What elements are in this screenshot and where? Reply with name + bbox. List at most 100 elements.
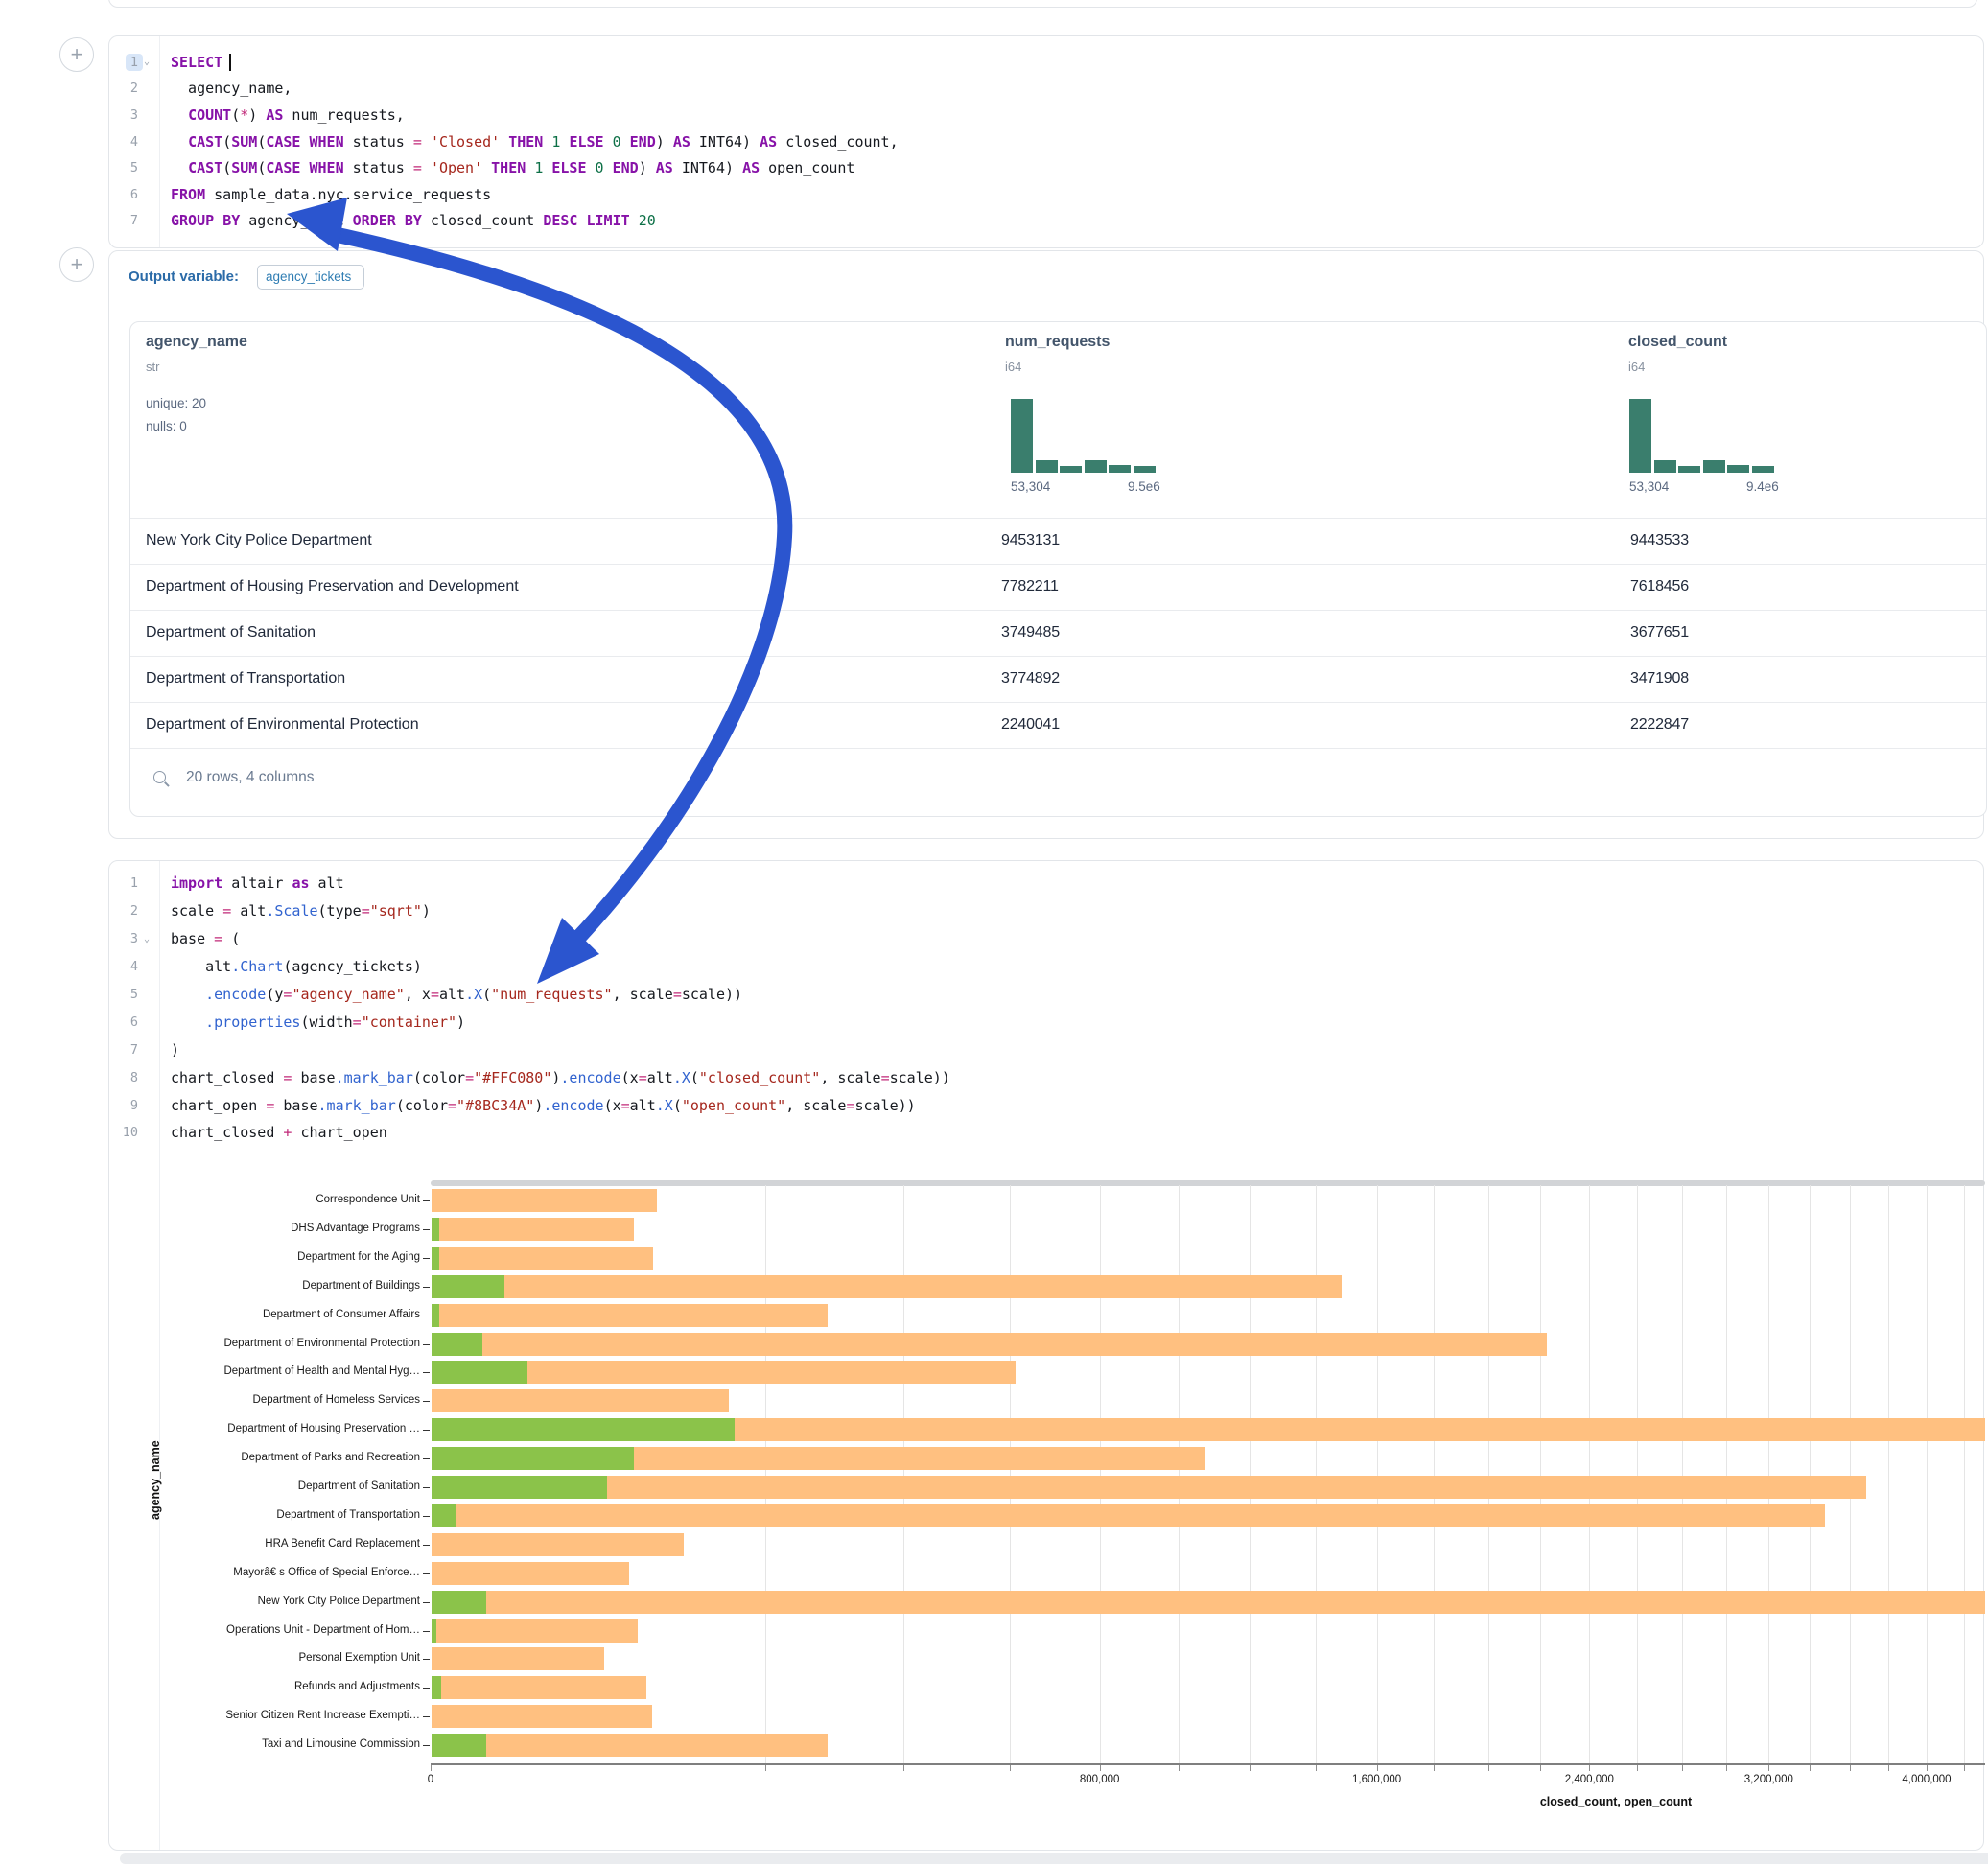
cell-agency-name[interactable]: New York City Police Department xyxy=(146,532,372,549)
y-axis-tick xyxy=(423,1287,430,1288)
cell-agency-name[interactable]: Department of Housing Preservation and D… xyxy=(146,578,519,595)
x-axis-tick xyxy=(1540,1765,1541,1771)
cell-num-requests[interactable]: 3774892 xyxy=(1001,670,1060,687)
column-type-agency-name: str xyxy=(146,360,159,374)
gridline xyxy=(1726,1185,1727,1763)
x-axis-tick xyxy=(1316,1765,1317,1771)
python-editor[interactable]: 1import altair as alt2scale = alt.Scale(… xyxy=(109,870,1983,1147)
histogram-bar xyxy=(1036,460,1058,473)
code-line[interactable]: 1⌄SELECT xyxy=(109,49,1983,76)
gridline xyxy=(765,1185,766,1763)
gridline xyxy=(1768,1185,1769,1763)
fold-chevron-icon[interactable]: ⌄ xyxy=(144,934,153,944)
open-count-bar xyxy=(432,1275,504,1298)
code-line[interactable]: 10chart_closed + chart_open xyxy=(109,1119,1983,1147)
row-separator xyxy=(130,748,1986,749)
y-axis-label: Department of Health and Mental Hyg… xyxy=(167,1365,420,1377)
open-count-bar xyxy=(432,1447,634,1470)
column-type-num-requests: i64 xyxy=(1005,360,1021,374)
cell-closed-count[interactable]: 3677651 xyxy=(1630,624,1689,641)
y-axis-label: Personal Exemption Unit xyxy=(167,1652,420,1664)
cell-closed-count[interactable]: 3471908 xyxy=(1630,670,1689,687)
num-requests-hist-max: 9.5e6 xyxy=(1128,479,1160,494)
y-axis-tick xyxy=(423,1229,430,1230)
code-line[interactable]: 6 .properties(width="container") xyxy=(109,1008,1983,1036)
column-header-agency-name[interactable]: agency_name xyxy=(146,334,247,351)
cell-agency-name[interactable]: Department of Sanitation xyxy=(146,624,316,641)
code-line[interactable]: 6FROM sample_data.nyc.service_requests xyxy=(109,181,1983,208)
gridline xyxy=(1316,1185,1317,1763)
code-line[interactable]: 3 COUNT(*) AS num_requests, xyxy=(109,102,1983,128)
y-axis-label: Taxi and Limousine Commission xyxy=(167,1738,420,1750)
row-separator xyxy=(130,702,1986,703)
y-axis-tick xyxy=(423,1430,430,1431)
closed-count-bar xyxy=(432,1304,828,1327)
cell-num-requests[interactable]: 2240041 xyxy=(1001,716,1060,734)
code-line[interactable]: 4 alt.Chart(agency_tickets) xyxy=(109,953,1983,981)
open-count-bar xyxy=(432,1591,486,1614)
gridline xyxy=(1589,1185,1590,1763)
code-line[interactable]: 4 CAST(SUM(CASE WHEN status = 'Closed' T… xyxy=(109,128,1983,155)
gridline xyxy=(1888,1185,1889,1763)
y-axis-tick xyxy=(423,1401,430,1402)
histogram-bar xyxy=(1085,460,1107,473)
line-number: 10 xyxy=(118,1124,143,1141)
cell-num-requests[interactable]: 9453131 xyxy=(1001,532,1060,549)
cell-closed-count[interactable]: 2222847 xyxy=(1630,716,1689,734)
histogram-bar xyxy=(1654,460,1676,473)
text-cursor xyxy=(229,54,231,71)
results-table: agency_name str unique: 20 nulls: 0 num_… xyxy=(129,321,1987,817)
python-cell: 1import altair as alt2scale = alt.Scale(… xyxy=(108,860,1984,1851)
code-line[interactable]: 8chart_closed = base.mark_bar(color="#FF… xyxy=(109,1063,1983,1091)
gridline xyxy=(903,1185,904,1763)
gridline xyxy=(1377,1185,1378,1763)
code-line[interactable]: 1import altair as alt xyxy=(109,870,1983,897)
y-axis-label: New York City Police Department xyxy=(167,1596,420,1607)
code-line[interactable]: 3⌄base = ( xyxy=(109,925,1983,953)
next-cell-collapsed-strip[interactable] xyxy=(120,1853,1988,1864)
gridline xyxy=(1540,1185,1541,1763)
x-axis-tick-label: 1,600,000 xyxy=(1352,1774,1401,1785)
closed-count-bar xyxy=(432,1333,1547,1356)
y-axis-tick xyxy=(423,1516,430,1517)
code-line[interactable]: 9chart_open = base.mark_bar(color="#8BC3… xyxy=(109,1091,1983,1119)
closed-count-hist-min: 53,304 xyxy=(1629,479,1669,494)
code-line[interactable]: 7) xyxy=(109,1036,1983,1063)
chart-horizontal-scrollbar[interactable] xyxy=(431,1180,1985,1186)
histogram-bar xyxy=(1134,466,1156,473)
previous-cell-bottom-edge xyxy=(108,0,1977,8)
x-axis-tick xyxy=(1100,1765,1101,1771)
search-icon[interactable] xyxy=(153,771,166,783)
histogram-bar xyxy=(1678,466,1700,473)
code-line[interactable]: 2scale = alt.Scale(type="sqrt") xyxy=(109,897,1983,925)
open-count-bar xyxy=(432,1476,607,1499)
code-line[interactable]: 2 agency_name, xyxy=(109,76,1983,103)
add-cell-button-top[interactable]: + xyxy=(59,37,94,72)
cell-num-requests[interactable]: 7782211 xyxy=(1001,578,1059,595)
add-cell-button-output[interactable]: + xyxy=(59,247,94,282)
column-header-num-requests[interactable]: num_requests xyxy=(1005,334,1110,351)
cell-agency-name[interactable]: Department of Environmental Protection xyxy=(146,716,419,734)
closed-count-bar xyxy=(432,1533,684,1556)
row-separator xyxy=(130,656,1986,657)
open-count-bar xyxy=(432,1418,735,1441)
y-axis-tick xyxy=(423,1688,430,1689)
code-line[interactable]: 5 .encode(y="agency_name", x=alt.X("num_… xyxy=(109,981,1983,1009)
code-line[interactable]: 5 CAST(SUM(CASE WHEN status = 'Open' THE… xyxy=(109,154,1983,181)
x-axis-tick xyxy=(1768,1765,1769,1771)
output-variable-pill[interactable]: agency_tickets xyxy=(257,265,364,290)
closed-count-bar xyxy=(432,1476,1866,1499)
column-header-closed-count[interactable]: closed_count xyxy=(1628,334,1727,351)
cell-num-requests[interactable]: 3749485 xyxy=(1001,624,1060,641)
cell-closed-count[interactable]: 7618456 xyxy=(1630,578,1689,595)
cell-agency-name[interactable]: Department of Transportation xyxy=(146,670,345,687)
gridline xyxy=(1179,1185,1180,1763)
sql-editor[interactable]: 1⌄SELECT2 agency_name,3 COUNT(*) AS num_… xyxy=(109,49,1983,234)
fold-chevron-icon[interactable]: ⌄ xyxy=(144,57,153,67)
closed-count-bar xyxy=(432,1676,646,1699)
line-number: 5 xyxy=(126,986,143,1003)
code-line[interactable]: 7GROUP BY agency_name ORDER BY closed_co… xyxy=(109,208,1983,235)
y-axis-label: Department of Housing Preservation … xyxy=(167,1423,420,1434)
cell-closed-count[interactable]: 9443533 xyxy=(1630,532,1689,549)
gridline xyxy=(1434,1185,1435,1763)
